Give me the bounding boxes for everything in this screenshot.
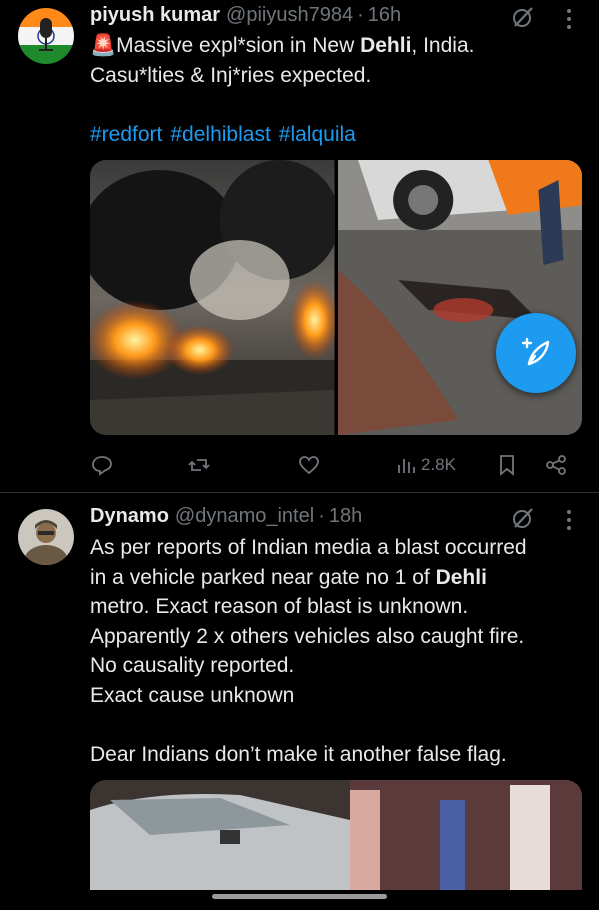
- author-handle[interactable]: @dynamo_intel: [175, 505, 314, 528]
- views-icon: [398, 459, 415, 473]
- tweet-time[interactable]: 18h: [329, 505, 362, 528]
- action-bar: 2.8K: [90, 450, 582, 480]
- share-button[interactable]: [544, 450, 568, 480]
- author-name[interactable]: piyush kumar: [90, 4, 220, 27]
- text-span: Casu*lties & Inj*ries expected.: [90, 63, 372, 87]
- tweet-text: 🚨Massive expl*sion in New Dehli, India. …: [90, 31, 583, 149]
- like-icon: [299, 456, 319, 475]
- compose-button[interactable]: [496, 313, 576, 393]
- text-span: , India.: [411, 34, 475, 57]
- separator: ·: [357, 4, 364, 26]
- text-span: No causality reported.: [90, 654, 295, 677]
- retweet-icon: [188, 459, 210, 471]
- tweet-time[interactable]: 16h: [368, 4, 401, 27]
- text-span: Exact cause unknown: [90, 683, 295, 707]
- separator: ·: [318, 505, 325, 527]
- text-bold: Dehli: [435, 565, 487, 589]
- grok-icon[interactable]: [510, 4, 536, 30]
- tweet-media: [90, 160, 582, 435]
- author-name[interactable]: Dynamo: [90, 505, 169, 528]
- text-span: As per reports of Indian media a blast o…: [90, 536, 527, 559]
- text-span: 🚨Massive expl*sion in New: [90, 34, 361, 57]
- tweet-line: No causality reported.: [90, 651, 583, 681]
- text-span: Dear Indians don’t make it another false…: [90, 742, 507, 766]
- tweet-line: 🚨Massive expl*sion in New Dehli, India.: [90, 31, 583, 61]
- tweet-2[interactable]: Dynamo @dynamo_intel · 18h As per report…: [0, 493, 599, 910]
- views-button[interactable]: 2.8K: [394, 450, 456, 480]
- more-icon[interactable]: [566, 8, 572, 30]
- spacer-line: [90, 90, 583, 120]
- grok-icon[interactable]: [510, 505, 536, 531]
- text-bold: Dehli: [360, 34, 412, 57]
- tweet-line: Apparently 2 x others vehicles also caug…: [90, 622, 583, 652]
- text-span: in a vehicle parked near gate no 1 of: [90, 565, 436, 589]
- hashtag-link[interactable]: #lalquila: [279, 123, 356, 146]
- text-span: metro. Exact reason of blast is unknown.: [90, 595, 469, 618]
- hashtags: #redfort #delhiblast #lalquila: [90, 120, 583, 150]
- tweet-line: in a vehicle parked near gate no 1 of De…: [90, 563, 583, 593]
- text-span: Apparently 2 x others vehicles also caug…: [90, 624, 525, 648]
- hashtag-link[interactable]: #delhiblast: [170, 123, 270, 146]
- tweet-1[interactable]: piyush kumar @piiyush7984 · 16h 🚨Massive…: [0, 0, 599, 493]
- media-image-car[interactable]: [90, 780, 582, 890]
- compose-icon: [521, 337, 550, 366]
- like-button[interactable]: [297, 450, 321, 480]
- tweet-line: As per reports of Indian media a blast o…: [90, 533, 583, 563]
- tweet-line: Casu*lties & Inj*ries expected.: [90, 61, 583, 91]
- tweet-line: metro. Exact reason of blast is unknown.: [90, 592, 583, 622]
- media-image-fire[interactable]: [90, 160, 340, 435]
- retweet-button[interactable]: [187, 450, 211, 480]
- hashtag-link[interactable]: #redfort: [90, 123, 162, 146]
- author-handle[interactable]: @piiyush7984: [226, 4, 353, 27]
- tweet-line: Exact cause unknown: [90, 681, 583, 711]
- bookmark-icon: [500, 455, 514, 476]
- share-icon: [546, 455, 566, 475]
- home-indicator[interactable]: [212, 894, 387, 899]
- tweet-text: As per reports of Indian media a blast o…: [90, 533, 583, 769]
- reply-button[interactable]: [90, 450, 114, 480]
- more-icon[interactable]: [566, 509, 572, 531]
- spacer-line: [90, 710, 583, 740]
- bookmark-button[interactable]: [495, 450, 519, 480]
- avatar-dynamo[interactable]: [18, 509, 74, 565]
- tweet-line: Dear Indians don’t make it another false…: [90, 740, 583, 770]
- media-image-street[interactable]: [337, 160, 582, 435]
- views-count: 2.8K: [421, 455, 456, 474]
- reply-icon: [92, 456, 112, 476]
- avatar-piyush[interactable]: [18, 8, 74, 64]
